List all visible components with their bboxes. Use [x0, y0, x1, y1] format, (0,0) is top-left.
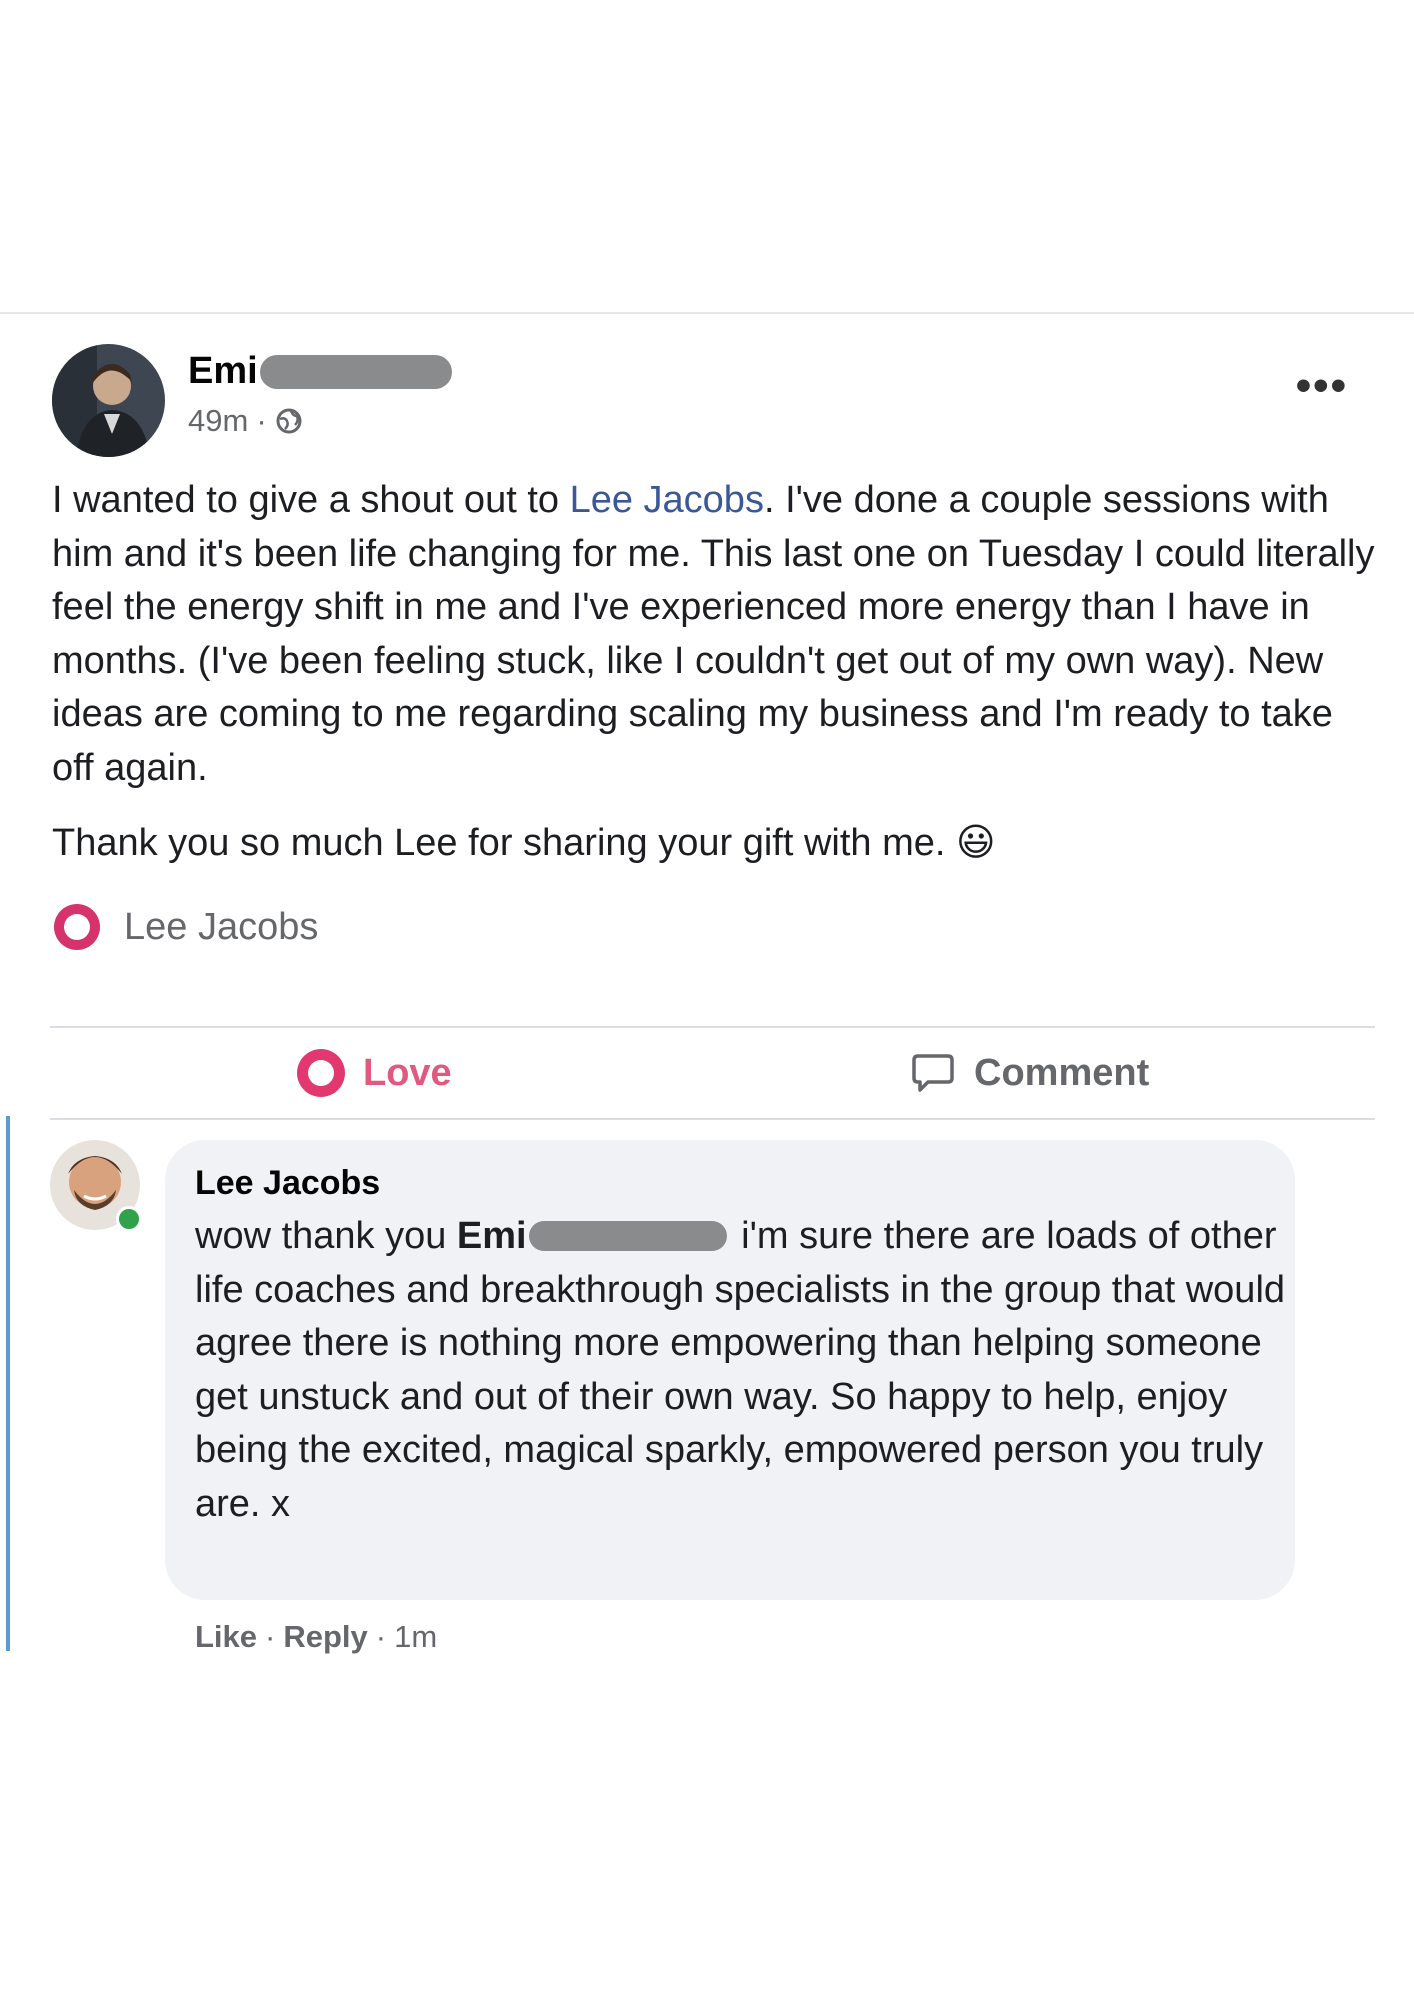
post-card: Emi 49m · ••• I wanted to give a shout o…: [0, 312, 1414, 1664]
love-icon: [54, 904, 100, 950]
profile-photo-icon: [52, 344, 165, 457]
globe-icon: [276, 408, 302, 434]
divider-top: [50, 1026, 1375, 1028]
comment-like-button[interactable]: Like: [195, 1619, 257, 1655]
comment-reply-button[interactable]: Reply: [283, 1619, 367, 1655]
post-timestamp[interactable]: 49m: [188, 403, 248, 439]
post-paragraph-2: Thank you so much Lee for sharing your g…: [52, 822, 996, 864]
post-author-name[interactable]: Emi: [188, 350, 258, 393]
love-button[interactable]: Love: [297, 1029, 452, 1117]
post-meta: 49m ·: [188, 403, 452, 439]
comment-text-main: i'm sure there are loads of other life c…: [195, 1215, 1286, 1525]
comment-text-intro: wow thank you: [195, 1215, 457, 1257]
footer-separator: ·: [265, 1619, 276, 1654]
post-actions: Love Comment: [50, 1029, 1375, 1117]
author-block: Emi 49m ·: [188, 350, 452, 439]
post-body: I wanted to give a shout out to Lee Jaco…: [52, 474, 1382, 871]
meta-separator: ·: [256, 403, 267, 438]
comment-author-avatar[interactable]: [50, 1140, 142, 1232]
comment-bubble: Lee Jacobs wow thank you Emi i'm sure th…: [165, 1140, 1295, 1600]
redacted-name-bar: [528, 1221, 727, 1251]
reaction-summary[interactable]: Lee Jacobs: [54, 904, 318, 950]
redacted-name-bar: [259, 354, 452, 389]
online-status-dot: [116, 1206, 142, 1232]
comment-mention-link[interactable]: Emi: [457, 1215, 527, 1257]
comment-footer: Like · Reply · 1m: [195, 1619, 437, 1655]
post-paragraph-1: I wanted to give a shout out to Lee Jaco…: [52, 474, 1382, 795]
author-row: Emi: [188, 350, 452, 393]
comment-label: Comment: [974, 1051, 1150, 1094]
post-text-intro: I wanted to give a shout out to: [52, 479, 570, 521]
comment-text: wow thank you Emi i'm sure there are loa…: [195, 1210, 1285, 1531]
comment-timestamp[interactable]: 1m: [394, 1619, 437, 1655]
love-label: Love: [363, 1051, 452, 1094]
love-icon: [297, 1049, 345, 1097]
post-text-main: . I've done a couple sessions with him a…: [52, 479, 1375, 789]
footer-separator: ·: [375, 1619, 387, 1654]
comment-button[interactable]: Comment: [910, 1029, 1149, 1117]
post-mention-link[interactable]: Lee Jacobs: [570, 479, 764, 521]
more-options-icon[interactable]: •••: [1296, 364, 1348, 408]
comment-author-name[interactable]: Lee Jacobs: [195, 1164, 380, 1203]
reaction-names: Lee Jacobs: [124, 905, 319, 948]
comment-icon: [912, 1054, 954, 1092]
post-author-avatar[interactable]: [52, 344, 165, 457]
thread-indicator: [6, 1116, 10, 1651]
post-header: Emi 49m ·: [52, 344, 452, 457]
divider-bottom: [50, 1118, 1375, 1120]
